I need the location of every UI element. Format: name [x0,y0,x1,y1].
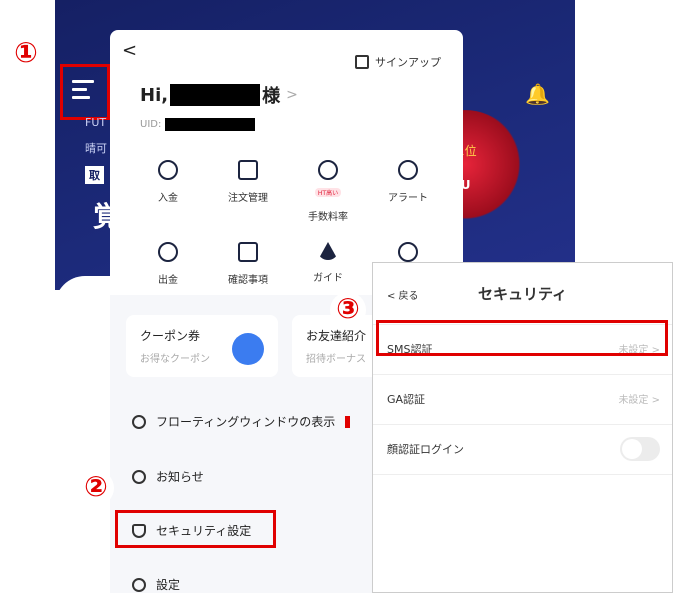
uid-label: UID: [140,119,162,130]
grid-label: 入金 [158,193,178,204]
uid-row: UID: [140,118,256,131]
gear-icon [132,577,146,592]
ga-label: GA認証 [387,393,426,406]
grid-label: 手数料率 [308,212,348,223]
menu-item-news[interactable]: お知らせ [132,468,204,485]
coupon-card[interactable]: クーポン券 お得なクーポン [126,315,278,377]
face-login-toggle[interactable] [620,437,660,461]
back-button[interactable]: < [122,40,137,61]
grid-item-guide[interactable]: ガイド [288,242,368,287]
menu-item-floating-window[interactable]: フローティングウィンドウの表示 [132,413,351,430]
settings-label: 設定 [156,578,181,592]
coupon-icon [232,333,264,365]
grid-item-withdraw[interactable]: 出金 [128,242,208,287]
checklist-icon [238,242,258,262]
bg-text-1: FUT [85,116,107,129]
security-panel: < 戻る セキュリティ SMS認証 未設定 > GA認証 未設定 > 顔認証ログ… [372,262,673,593]
more-icon [398,242,418,262]
menu-item-settings[interactable]: 設定 [132,576,180,593]
alert-icon [398,160,418,180]
deposit-icon [158,160,178,180]
target-icon [132,414,146,429]
greeting-text: Hi, [140,84,169,106]
signup-button[interactable]: サインアップ [355,54,441,70]
honorific: 様 [262,86,281,107]
fee-badge: HT高い [314,188,342,197]
calendar-icon [355,55,369,69]
row-ga-auth[interactable]: GA認証 未設定 > [373,375,672,425]
grid-label: 注文管理 [228,193,268,204]
highlight-box-security [115,510,276,548]
grid-item-orders[interactable]: 注文管理 [208,160,288,224]
megaphone-icon [132,469,146,484]
row-face-login: 顔認証ログイン [373,425,672,475]
ga-status: 未設定 > [618,395,660,406]
redacted-username [170,84,261,106]
step-number-1: ① [8,36,44,72]
step-number-2: ② [78,470,114,506]
grid-label: ガイド [313,273,343,284]
security-header: < 戻る セキュリティ [373,263,672,325]
news-label: お知らせ [156,470,204,484]
floating-label: フローティングウィンドウの表示 [156,415,336,429]
user-greeting[interactable]: Hi, 様 > [140,82,298,108]
guide-icon [318,242,338,260]
order-icon [238,160,258,180]
security-title: セキュリティ [477,285,568,303]
face-label: 顔認証ログイン [387,443,464,456]
bell-icon[interactable]: 🔔 [525,82,550,106]
signup-label: サインアップ [375,56,441,69]
chevron-right-icon: > [286,87,298,103]
highlight-box-menu [60,64,110,120]
grid-label: 確認事項 [228,275,268,286]
withdraw-icon [158,242,178,262]
redacted-uid [165,118,256,131]
grid-label: アラート [388,193,428,204]
grid-item-deposit[interactable]: 入金 [128,160,208,224]
highlight-box-sms [376,320,668,356]
new-badge [345,415,351,428]
step-number-3: ③ [330,292,366,328]
fee-icon [318,160,338,180]
grid-item-alert[interactable]: アラート [368,160,448,224]
bg-tag: 取 [85,166,104,184]
bg-text-2: 晴可 [85,142,107,155]
grid-item-fee-rate[interactable]: HT高い手数料率 [288,160,368,224]
grid-label: 出金 [158,275,178,286]
grid-item-checklist[interactable]: 確認事項 [208,242,288,287]
